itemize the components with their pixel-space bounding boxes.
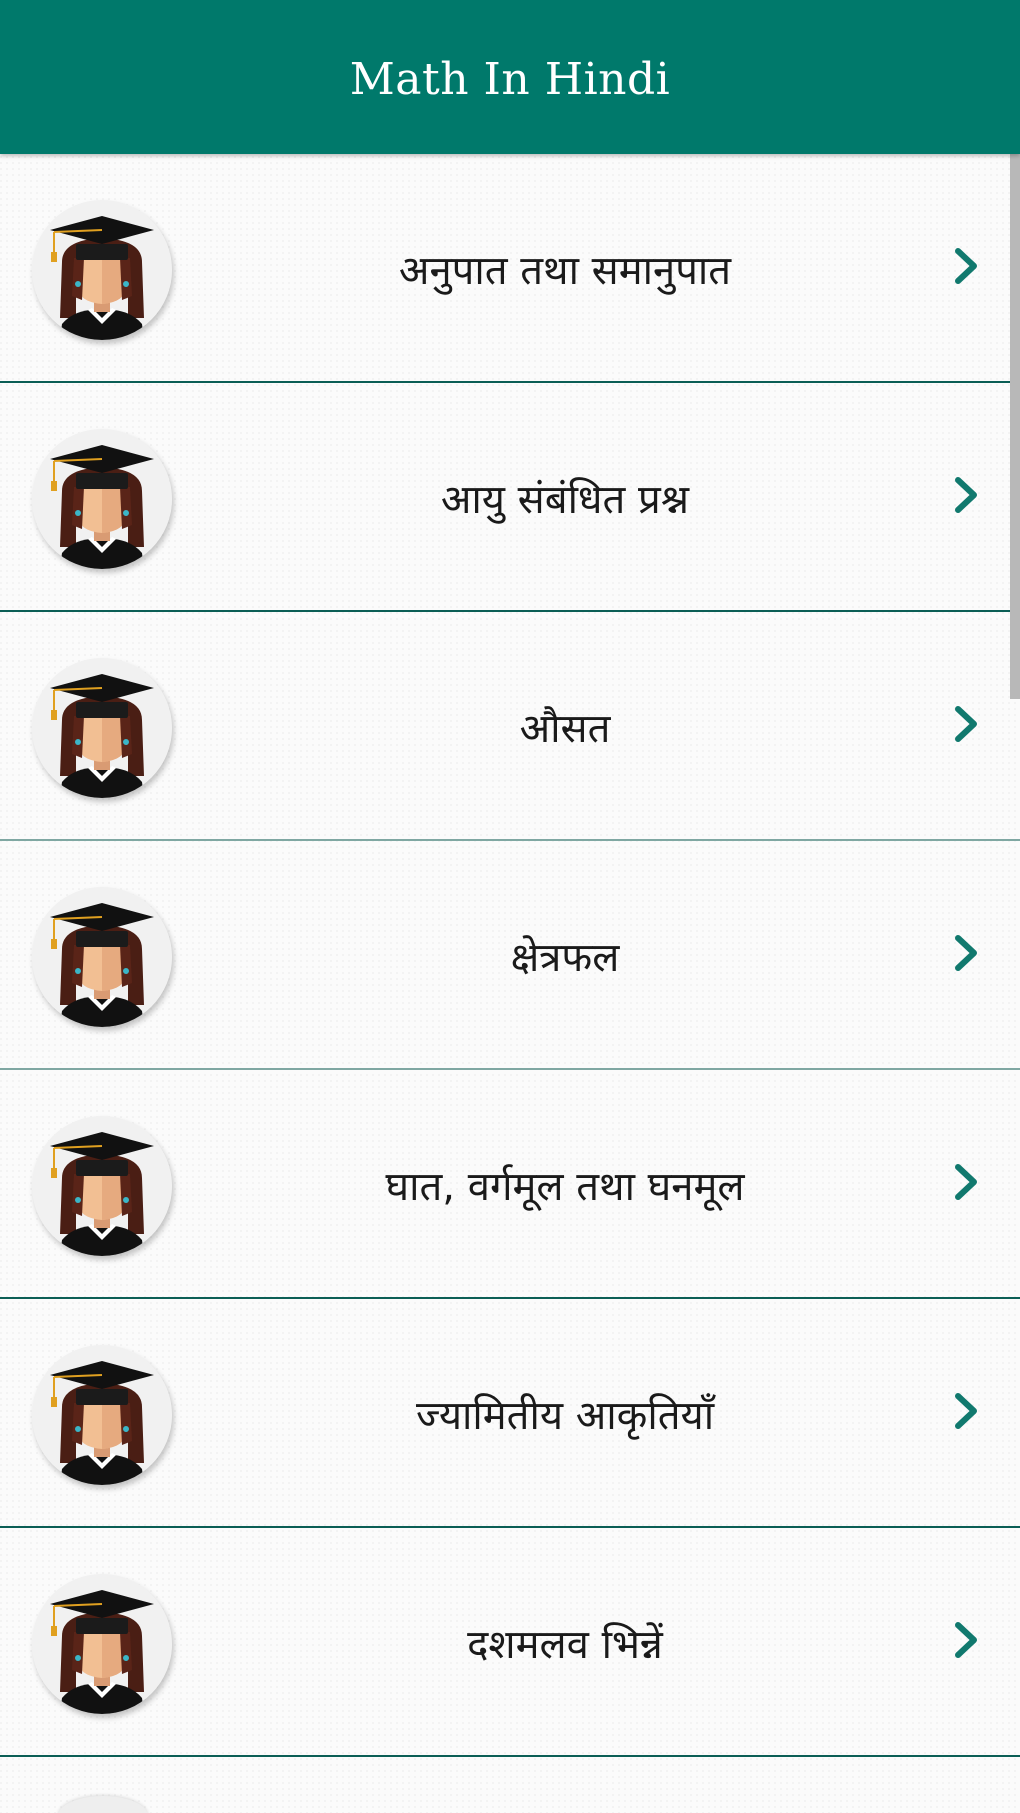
list-item-topic[interactable]: क्षेत्रफल	[0, 841, 1020, 1070]
topic-label: क्षेत्रफल	[510, 935, 620, 981]
topic-label: आयु संबंधित प्रश्न	[440, 477, 690, 523]
graduate-avatar-icon	[32, 1574, 172, 1714]
app-screen: Math In Hindi अनुपात तथा समानुपात आयु सं…	[0, 0, 1020, 1813]
topic-label: अनुपात तथा समानुपात	[398, 248, 732, 294]
list-item-topic[interactable]: ज्यामितीय आकृतियाँ	[0, 1299, 1020, 1528]
graduate-avatar-icon	[32, 200, 172, 340]
app-toolbar: Math In Hindi	[0, 0, 1020, 154]
graduate-avatar-icon	[32, 429, 172, 569]
list-item-topic[interactable]: आयु संबंधित प्रश्न	[0, 383, 1020, 612]
chevron-right-icon	[955, 1393, 977, 1429]
topic-label: दशमलव भिन्नें	[467, 1622, 663, 1668]
chevron-right-icon	[955, 935, 977, 971]
graduate-avatar-icon	[32, 1345, 172, 1485]
list-item-topic[interactable]: घात, वर्गमूल तथा घनमूल	[0, 1070, 1020, 1299]
topic-label: औसत	[519, 706, 611, 752]
list-item-topic[interactable]: दशमलव भिन्नें	[0, 1528, 1020, 1757]
scrollbar[interactable]	[1010, 154, 1020, 699]
list-item-topic[interactable]: अनुपात तथा समानुपात	[0, 154, 1020, 383]
graduate-avatar-icon	[32, 887, 172, 1027]
chevron-right-icon	[955, 477, 977, 513]
graduate-avatar-icon	[32, 1116, 172, 1256]
topic-label: घात, वर्गमूल तथा घनमूल	[385, 1164, 745, 1210]
chevron-right-icon	[955, 706, 977, 742]
list-item-topic[interactable]: औसत	[0, 612, 1020, 841]
page-title: Math In Hindi	[349, 53, 671, 105]
chevron-right-icon	[955, 1164, 977, 1200]
topic-list[interactable]: अनुपात तथा समानुपात आयु संबंधित प्रश्न औ…	[0, 154, 1020, 1813]
chevron-right-icon	[955, 248, 977, 284]
graduate-avatar-icon	[32, 658, 172, 798]
chevron-right-icon	[955, 1622, 977, 1658]
topic-label: ज्यामितीय आकृतियाँ	[415, 1393, 715, 1439]
